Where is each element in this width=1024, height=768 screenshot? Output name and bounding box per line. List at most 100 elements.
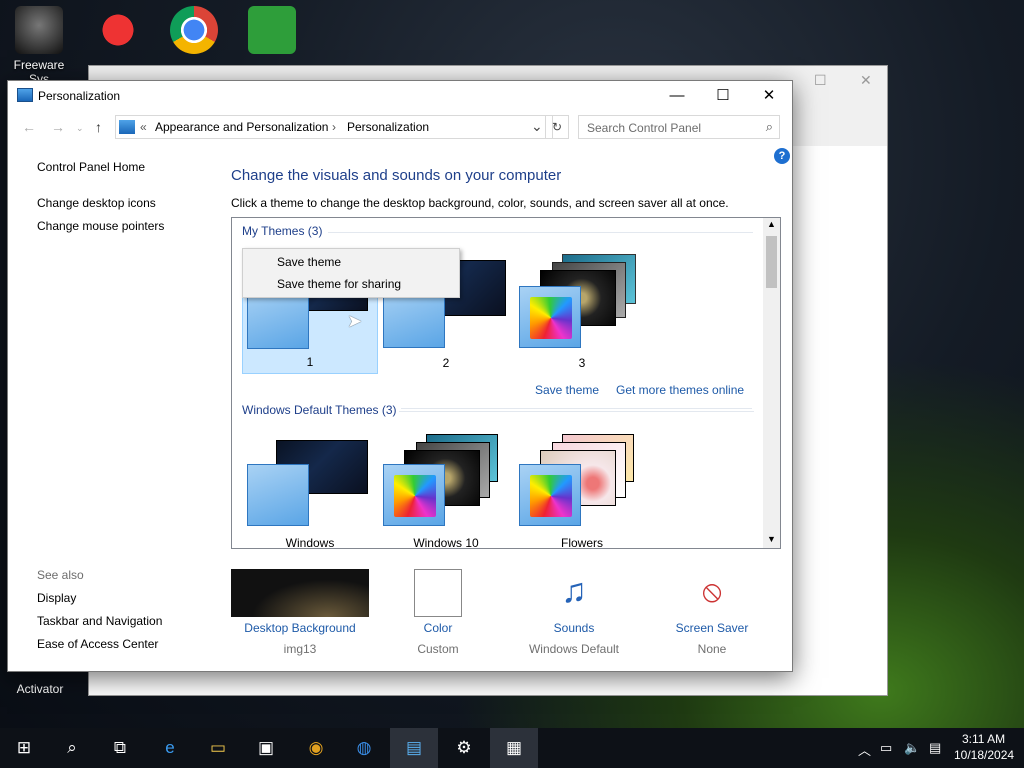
action-center-icon[interactable]: ▤ bbox=[929, 740, 941, 756]
search-input[interactable]: Search Control Panel ⌕ bbox=[578, 115, 780, 139]
context-menu: Save theme Save theme for sharing bbox=[242, 248, 460, 298]
clock-time[interactable]: 3:11 AM bbox=[962, 732, 1005, 746]
theme-preview-window bbox=[383, 464, 445, 526]
firefox-icon[interactable]: ◍ bbox=[340, 728, 388, 768]
breadcrumb-appearance[interactable]: Appearance and Personalization bbox=[155, 120, 328, 134]
theme-preview-window bbox=[247, 464, 309, 526]
desktop-icon-smart-driver[interactable] bbox=[236, 4, 308, 58]
display-link[interactable]: Display bbox=[37, 591, 76, 605]
scroll-up-icon[interactable]: ▲ bbox=[767, 219, 776, 229]
start-button[interactable]: ⊞ bbox=[0, 728, 48, 768]
change-mouse-pointers-link[interactable]: Change mouse pointers bbox=[37, 219, 164, 233]
color-label[interactable]: Color bbox=[368, 621, 508, 635]
color-fan-icon bbox=[394, 475, 436, 517]
close-button[interactable]: ✕ bbox=[746, 81, 792, 111]
theme-tile-windows[interactable]: Windows bbox=[242, 428, 378, 549]
forward-arrow-icon[interactable]: → bbox=[51, 119, 65, 135]
screen-saver-icon: ⦸ bbox=[702, 575, 722, 608]
minimize-button[interactable]: — bbox=[654, 81, 700, 111]
get-more-themes-link[interactable]: Get more themes online bbox=[616, 383, 744, 397]
control-panel-taskbar-icon[interactable]: ▤ bbox=[390, 728, 438, 768]
back-arrow-icon[interactable]: ← bbox=[22, 119, 36, 135]
taskbar: ⊞ ⌕ ⧉ e ▭ ▣ ◉ ◍ ▤ ⚙ ▦ ︿ ▭ 🔈 ▤ 3:11 AM 10… bbox=[0, 728, 1024, 768]
default-themes-header: Windows Default Themes (3) bbox=[242, 403, 401, 417]
edge-icon[interactable]: e bbox=[146, 728, 194, 768]
page-subtitle: Click a theme to change the desktop back… bbox=[231, 196, 729, 210]
desktop-background-item[interactable]: Desktop Background img13 bbox=[230, 569, 370, 656]
desktop-icon-freeware[interactable]: Freeware Sys bbox=[3, 4, 75, 86]
refresh-icon: ↻ bbox=[551, 120, 563, 134]
theme-preview-window bbox=[519, 286, 581, 348]
screen-saver-value: None bbox=[697, 642, 727, 656]
menu-item-save-theme[interactable]: Save theme bbox=[277, 255, 341, 269]
color-fan-icon bbox=[530, 297, 572, 339]
breadcrumb-separator: › bbox=[332, 120, 336, 134]
desktop-icon-chrome[interactable] bbox=[158, 4, 230, 58]
control-panel-home-link[interactable]: Control Panel Home bbox=[37, 160, 145, 174]
help-icon[interactable]: ? bbox=[774, 148, 790, 164]
taskbar-navigation-link[interactable]: Taskbar and Navigation bbox=[37, 614, 162, 628]
desktop-background-thumbnail bbox=[231, 569, 369, 617]
theme-label: Windows 10 bbox=[413, 536, 479, 549]
recent-dropdown-icon[interactable]: ⌄ bbox=[76, 123, 84, 134]
maximize-button[interactable]: ☐ bbox=[700, 81, 746, 111]
ease-of-access-link[interactable]: Ease of Access Center bbox=[37, 637, 158, 651]
scrollbar-thumb[interactable] bbox=[766, 236, 777, 288]
app-taskbar-icon[interactable]: ▦ bbox=[490, 728, 538, 768]
scroll-down-icon[interactable]: ▼ bbox=[767, 534, 776, 544]
see-also-heading: See also bbox=[37, 568, 84, 582]
screen-saver-label[interactable]: Screen Saver bbox=[642, 621, 782, 635]
screen-saver-item[interactable]: ⦸ Screen Saver None bbox=[642, 569, 782, 656]
chrome-icon bbox=[170, 6, 218, 54]
chrome-taskbar-icon[interactable]: ◉ bbox=[292, 728, 340, 768]
page-heading: Change the visuals and sounds on your co… bbox=[231, 167, 562, 184]
desktop-icon-ccleaner[interactable] bbox=[82, 4, 154, 58]
save-theme-link[interactable]: Save theme bbox=[535, 383, 599, 397]
theme-tile-3[interactable]: 3 bbox=[514, 248, 650, 374]
network-icon[interactable]: ▭ bbox=[880, 740, 892, 756]
clock-date[interactable]: 10/18/2024 bbox=[954, 748, 1014, 762]
show-hidden-icons[interactable]: ︿ bbox=[858, 740, 871, 759]
theme-label: Windows bbox=[285, 536, 335, 549]
theme-preview-window bbox=[519, 464, 581, 526]
theme-label: Flowers bbox=[560, 536, 603, 549]
control-panel-icon bbox=[119, 120, 135, 134]
volume-muted-icon[interactable]: 🔈 bbox=[904, 740, 920, 756]
personalization-window[interactable]: Personalization — ☐ ✕ ← → ⌄ ↑ « Appearan… bbox=[7, 80, 793, 672]
settings-close-icon[interactable]: ✕ bbox=[860, 72, 872, 89]
desktop-background-label[interactable]: Desktop Background bbox=[230, 621, 370, 635]
breadcrumb-personalization[interactable]: Personalization bbox=[347, 120, 429, 134]
sounds-label[interactable]: Sounds bbox=[504, 621, 644, 635]
task-view-icon[interactable]: ⧉ bbox=[96, 728, 144, 768]
store-icon[interactable]: ▣ bbox=[242, 728, 290, 768]
color-value: Custom bbox=[417, 642, 459, 656]
search-taskbar-icon[interactable]: ⌕ bbox=[48, 728, 96, 768]
settings-maximize-icon[interactable]: ☐ bbox=[814, 72, 827, 89]
change-desktop-icons-link[interactable]: Change desktop icons bbox=[37, 196, 156, 210]
address-bar[interactable]: « Appearance and Personalization › Perso… bbox=[115, 115, 553, 139]
theme-tile-windows-10[interactable]: Windows 10 bbox=[378, 428, 514, 549]
desktop-icon-activator[interactable]: Activator bbox=[0, 682, 80, 696]
sounds-value: Windows Default bbox=[528, 642, 620, 656]
address-dropdown-icon[interactable]: ⌄ bbox=[531, 118, 543, 135]
ccleaner-icon bbox=[94, 6, 142, 54]
personalization-icon bbox=[17, 88, 33, 102]
theme-tile-flowers[interactable]: Flowers bbox=[514, 428, 650, 549]
file-explorer-icon[interactable]: ▭ bbox=[194, 728, 242, 768]
mouse-cursor-icon: ➤ bbox=[347, 311, 363, 331]
settings-gear-icon[interactable]: ⚙ bbox=[440, 728, 488, 768]
theme-label: 2 bbox=[442, 356, 450, 370]
search-icon: ⌕ bbox=[765, 119, 773, 134]
color-item[interactable]: Color Custom bbox=[368, 569, 508, 656]
themes-scrollbar[interactable]: ▲ ▼ bbox=[763, 218, 780, 548]
refresh-button[interactable]: ↻ bbox=[545, 115, 569, 139]
title-bar: Personalization — ☐ ✕ bbox=[8, 81, 792, 111]
theme-label: 3 bbox=[578, 356, 586, 370]
smart-driver-icon bbox=[248, 6, 296, 54]
search-placeholder: Search Control Panel bbox=[587, 121, 702, 135]
address-overflow-chevrons[interactable]: « bbox=[140, 120, 147, 134]
sounds-item[interactable]: ♫ Sounds Windows Default bbox=[504, 569, 644, 656]
theme-label: 1 bbox=[306, 355, 314, 369]
up-arrow-icon[interactable]: ↑ bbox=[95, 119, 102, 135]
menu-item-save-theme-sharing[interactable]: Save theme for sharing bbox=[277, 277, 401, 291]
